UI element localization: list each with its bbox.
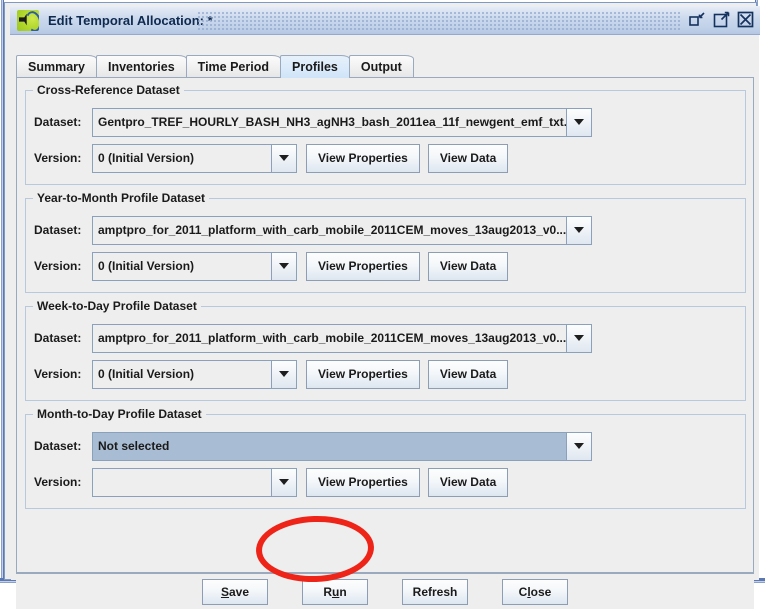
dialog-button-bar: Save Run Refresh Cl ose (16, 573, 754, 609)
view-data-label: View Data (439, 367, 497, 381)
dataset-row: Dataset: amptpro_for_2011_platform_with_… (26, 215, 745, 245)
version-row: Version: View Properties View Data (26, 467, 745, 497)
view-data-button[interactable]: View Data (427, 359, 509, 389)
group-title: Year-to-Month Profile Dataset (33, 191, 210, 205)
dataset-combo[interactable]: amptpro_for_2011_platform_with_carb_mobi… (92, 215, 592, 245)
run-mnemonic: u (331, 584, 340, 599)
dataset-combo-value: amptpro_for_2011_platform_with_carb_mobi… (92, 323, 566, 353)
chevron-down-icon[interactable] (271, 143, 297, 173)
chevron-down-icon[interactable] (271, 251, 297, 281)
dataset-combo[interactable]: amptpro_for_2011_platform_with_carb_mobi… (92, 323, 592, 353)
dataset-label: Dataset: (34, 331, 82, 345)
dataset-label: Dataset: (34, 115, 82, 129)
version-combo-value: 0 (Initial Version) (92, 251, 271, 281)
group-title: Week-to-Day Profile Dataset (33, 299, 201, 313)
dataset-combo-value: Not selected (92, 431, 566, 461)
group-title: Month-to-Day Profile Dataset (33, 407, 206, 421)
dialog-content: Summary Inventories Time Period Profiles… (11, 35, 759, 609)
chevron-down-icon[interactable] (566, 107, 592, 137)
version-combo[interactable]: 0 (Initial Version) (92, 359, 297, 389)
view-properties-label: View Properties (318, 151, 408, 165)
tab-output[interactable]: Output (348, 55, 414, 78)
group-title: Cross-Reference Dataset (33, 83, 184, 97)
dataset-combo-value: amptpro_for_2011_platform_with_carb_mobi… (92, 215, 566, 245)
dataset-row: Dataset: Not selected (26, 431, 745, 461)
app-icon (17, 9, 39, 31)
dialog-close-button[interactable]: Cl ose (502, 578, 568, 605)
version-combo-value (92, 467, 271, 497)
version-label: Version: (34, 367, 82, 381)
dialog-window: Edit Temporal Allocation: * Summary Inve… (4, 2, 760, 609)
version-row: Version: 0 (Initial Version) View Proper… (26, 143, 745, 173)
view-data-button[interactable]: View Data (427, 143, 509, 173)
view-properties-button[interactable]: View Properties (306, 143, 420, 173)
run-label-pre: R (323, 584, 332, 599)
version-row: Version: 0 (Initial Version) View Proper… (26, 251, 745, 281)
restore-icon[interactable] (688, 10, 707, 29)
version-combo[interactable]: 0 (Initial Version) (92, 143, 297, 173)
dataset-label: Dataset: (34, 439, 82, 453)
version-row: Version: 0 (Initial Version) View Proper… (26, 359, 745, 389)
tab-label: Time Period (197, 60, 269, 74)
run-label-post: n (339, 584, 347, 599)
refresh-button[interactable]: Refresh (402, 578, 468, 605)
view-data-label: View Data (439, 259, 497, 273)
chevron-down-icon[interactable] (566, 431, 592, 461)
title-bar[interactable]: Edit Temporal Allocation: * (10, 6, 760, 35)
view-data-button[interactable]: View Data (427, 467, 509, 497)
dataset-label: Dataset: (34, 223, 82, 237)
tab-time-period[interactable]: Time Period (185, 55, 281, 78)
view-properties-label: View Properties (318, 259, 408, 273)
save-label-post: ave (228, 584, 250, 599)
chevron-down-icon[interactable] (271, 467, 297, 497)
view-properties-button[interactable]: View Properties (306, 359, 420, 389)
run-button[interactable]: Run (302, 578, 368, 605)
view-properties-button[interactable]: View Properties (306, 251, 420, 281)
view-data-label: View Data (439, 475, 497, 489)
close-icon[interactable] (736, 10, 755, 29)
window-controls (688, 10, 755, 29)
view-data-button[interactable]: View Data (427, 251, 509, 281)
tab-bar: Summary Inventories Time Period Profiles… (16, 54, 414, 78)
group-week-to-day-profile-dataset: Week-to-Day Profile Dataset Dataset: amp… (25, 299, 746, 401)
group-cross-reference-dataset: Cross-Reference Dataset Dataset: Gentpro… (25, 83, 746, 185)
dataset-combo[interactable]: Not selected (92, 431, 592, 461)
chevron-down-icon[interactable] (566, 215, 592, 245)
version-combo[interactable] (92, 467, 297, 497)
profiles-panel: Cross-Reference Dataset Dataset: Gentpro… (16, 77, 754, 573)
close-label-post: ose (530, 584, 552, 599)
maximize-icon[interactable] (712, 10, 731, 29)
tab-label: Profiles (292, 60, 338, 74)
close-label-pre: C (518, 584, 528, 599)
version-label: Version: (34, 151, 82, 165)
tab-label: Output (360, 60, 402, 74)
chevron-down-icon[interactable] (271, 359, 297, 389)
save-button[interactable]: Save (202, 578, 268, 605)
version-combo-value: 0 (Initial Version) (92, 143, 271, 173)
view-properties-button[interactable]: View Properties (306, 467, 420, 497)
chevron-down-icon[interactable] (566, 323, 592, 353)
dataset-combo[interactable]: Gentpro_TREF_HOURLY_BASH_NH3_agNH3_bash_… (92, 107, 592, 137)
group-year-to-month-profile-dataset: Year-to-Month Profile Dataset Dataset: a… (25, 191, 746, 293)
refresh-label-pre: Refresh (412, 584, 458, 599)
tab-summary[interactable]: Summary (16, 55, 97, 78)
view-properties-label: View Properties (318, 475, 408, 489)
version-label: Version: (34, 475, 82, 489)
save-mnemonic: S (220, 584, 229, 599)
dataset-row: Dataset: amptpro_for_2011_platform_with_… (26, 323, 745, 353)
view-properties-label: View Properties (318, 367, 408, 381)
version-combo[interactable]: 0 (Initial Version) (92, 251, 297, 281)
tab-label: Summary (28, 60, 85, 74)
tab-profiles[interactable]: Profiles (280, 55, 350, 78)
version-label: Version: (34, 259, 82, 273)
tab-inventories[interactable]: Inventories (95, 55, 187, 78)
tab-label: Inventories (107, 60, 175, 74)
group-month-to-day-profile-dataset: Month-to-Day Profile Dataset Dataset: No… (25, 407, 746, 509)
title-bar-texture (198, 12, 682, 30)
view-data-label: View Data (439, 151, 497, 165)
dataset-row: Dataset: Gentpro_TREF_HOURLY_BASH_NH3_ag… (26, 107, 745, 137)
window-title: Edit Temporal Allocation: * (48, 12, 213, 28)
version-combo-value: 0 (Initial Version) (92, 359, 271, 389)
dataset-combo-value: Gentpro_TREF_HOURLY_BASH_NH3_agNH3_bash_… (92, 107, 566, 137)
